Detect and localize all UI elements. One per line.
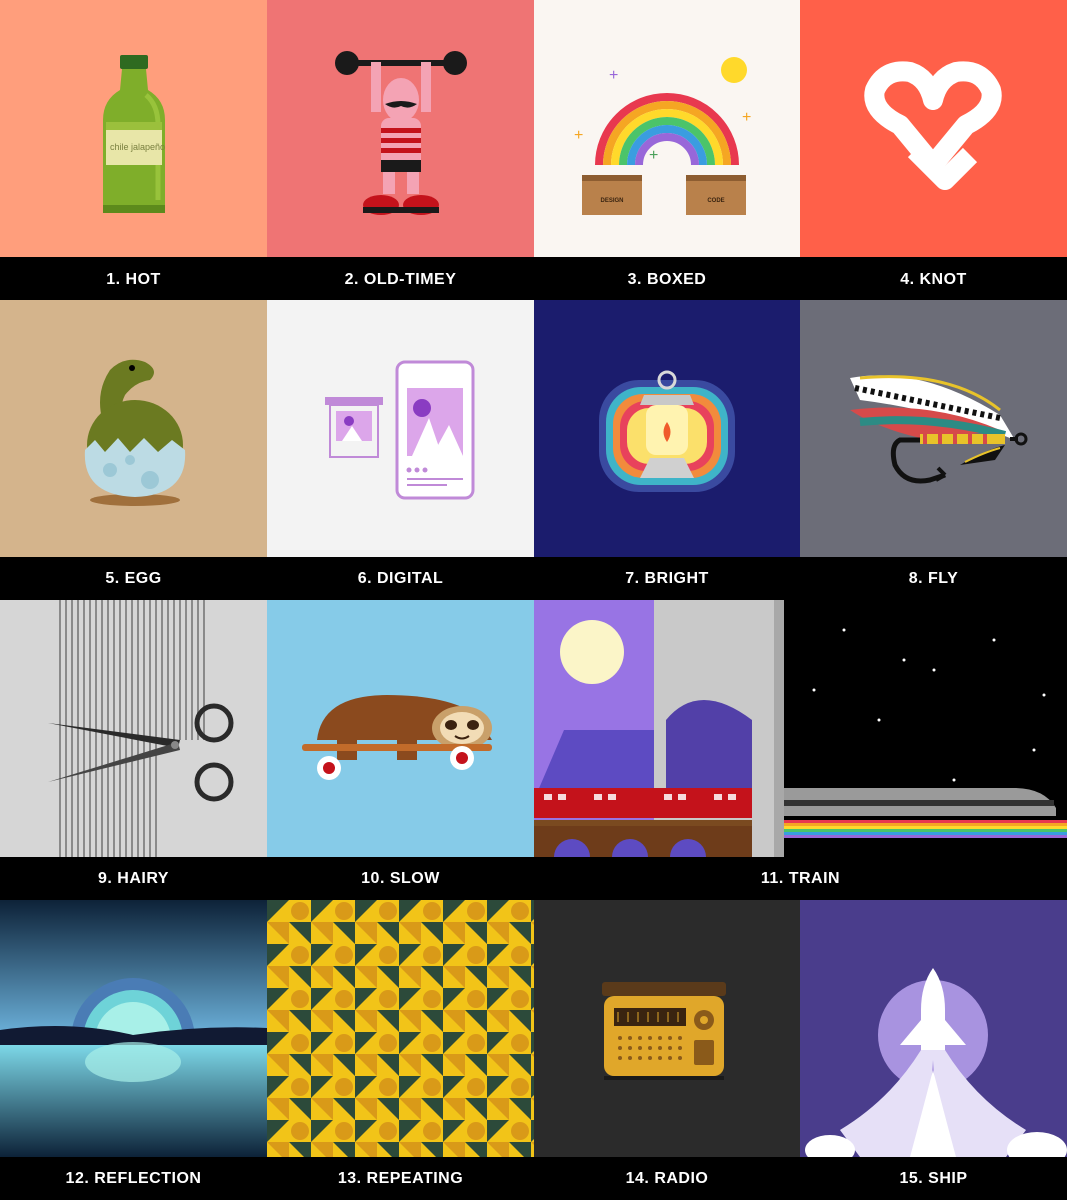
radio-illustration — [534, 900, 800, 1157]
tile-old-timey[interactable] — [267, 0, 534, 257]
label-boxed: 3. BOXED — [627, 271, 707, 288]
tile-radio[interactable] — [534, 900, 800, 1157]
tile-repeating[interactable] — [267, 900, 534, 1157]
label-ship: 15. SHIP — [899, 1170, 968, 1187]
label-egg: 5. EGG — [105, 570, 162, 587]
label-radio: 14. RADIO — [625, 1170, 709, 1187]
label-digital: 6. DIGITAL — [357, 570, 444, 587]
svg-text:+: + — [649, 147, 658, 164]
label-knot: 4. KNOT — [900, 271, 967, 288]
svg-text:+: + — [574, 127, 583, 144]
label-reflection: 12. REFLECTION — [65, 1170, 202, 1187]
dinosaur-egg-illustration — [0, 300, 267, 557]
hot-sauce-bottle-illustration: chile jalapeño — [0, 0, 267, 257]
tile-egg[interactable] — [0, 300, 267, 557]
illustration-grid: chile jalapeño + + + + DESIGN CODE 1. HO… — [0, 0, 1067, 1200]
tile-boxed[interactable]: + + + + DESIGN CODE — [534, 0, 800, 257]
strongman-illustration — [267, 0, 534, 257]
tile-reflection[interactable] — [0, 900, 267, 1157]
tile-hairy[interactable] — [0, 600, 267, 857]
label-fly: 8. FLY — [908, 570, 959, 587]
tile-fly[interactable] — [800, 300, 1067, 557]
train-illustration — [534, 600, 1067, 857]
bottle-label-text: chile jalapeño — [110, 142, 165, 152]
lantern-illustration — [534, 300, 800, 557]
box-design-label: DESIGN — [600, 198, 623, 204]
tile-train[interactable] — [534, 600, 1067, 857]
label-slow: 10. SLOW — [361, 870, 440, 887]
reflection-illustration — [0, 900, 267, 1157]
repeating-pattern-illustration — [267, 900, 534, 1157]
svg-text:+: + — [742, 109, 751, 126]
box-code-label: CODE — [707, 198, 724, 204]
tile-digital[interactable] — [267, 300, 534, 557]
tile-slow[interactable] — [267, 600, 534, 857]
digital-phone-illustration — [267, 300, 534, 557]
sloth-skateboard-illustration — [267, 600, 534, 857]
label-hot: 1. HOT — [106, 271, 161, 288]
label-repeating: 13. REPEATING — [337, 1170, 464, 1187]
space-shuttle-illustration — [800, 900, 1067, 1157]
label-hairy: 9. HAIRY — [98, 870, 169, 887]
tile-hot[interactable]: chile jalapeño — [0, 0, 267, 257]
tile-bright[interactable] — [534, 300, 800, 557]
label-old-timey: 2. OLD-TIMEY — [344, 271, 457, 288]
tile-knot[interactable] — [800, 0, 1067, 257]
tile-ship[interactable] — [800, 900, 1067, 1157]
rainbow-boxes-illustration: + + + + DESIGN CODE — [534, 0, 800, 257]
label-bright: 7. BRIGHT — [625, 570, 709, 587]
heart-knot-illustration — [800, 0, 1067, 257]
svg-text:+: + — [609, 67, 618, 84]
scissors-hair-illustration — [0, 600, 267, 857]
label-train: 11. TRAIN — [760, 870, 841, 887]
fishing-fly-illustration — [800, 300, 1067, 557]
